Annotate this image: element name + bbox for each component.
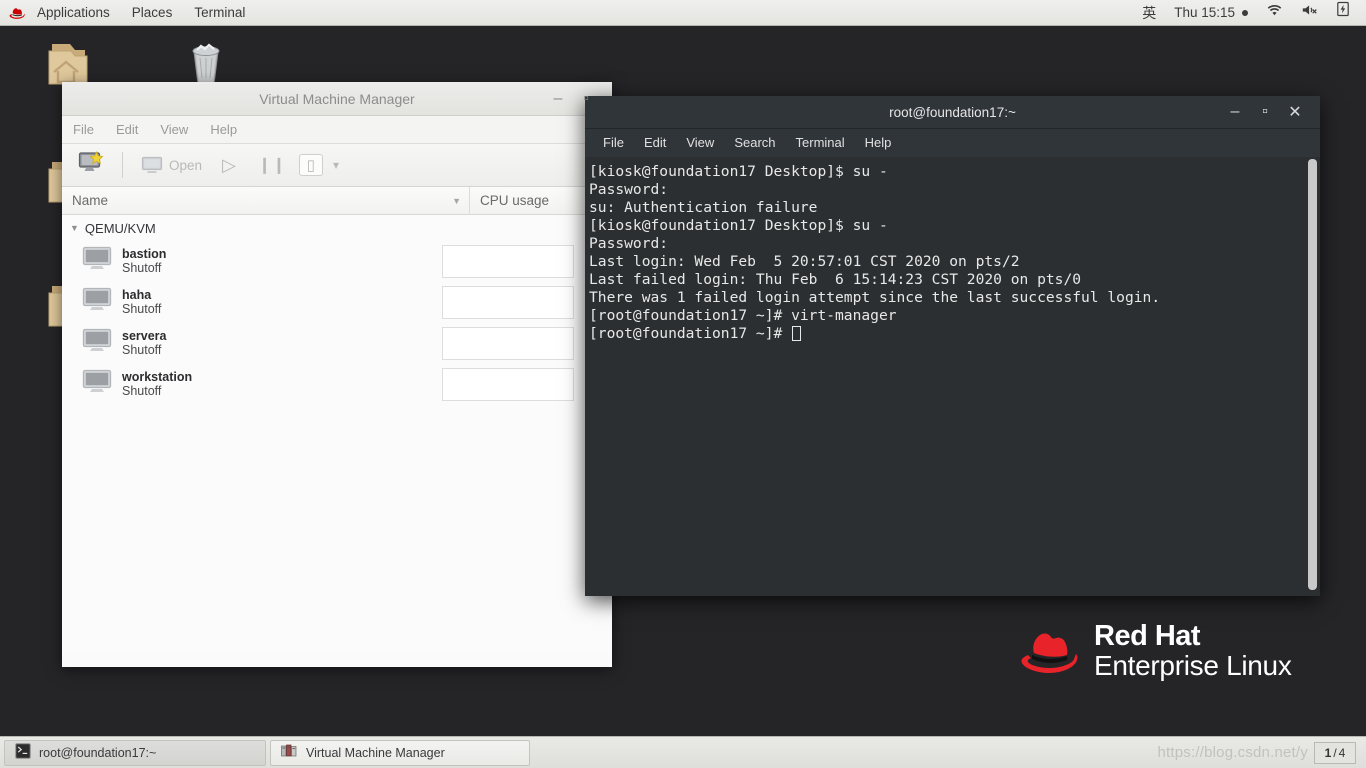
table-row[interactable]: workstation Shutoff	[62, 364, 612, 405]
vm-monitor-icon	[82, 287, 112, 318]
table-row[interactable]: servera Shutoff	[62, 323, 612, 364]
terminal-menu-file[interactable]: File	[593, 129, 634, 157]
table-row[interactable]: haha Shutoff	[62, 282, 612, 323]
desktop-screen: ki 纟 题 Red Hat	[0, 0, 1366, 768]
vmm-window-title: Virtual Machine Manager	[259, 90, 415, 107]
terminal-window[interactable]: root@foundation17:~ ‒ ▫ ✕ File Edit View…	[585, 96, 1320, 596]
column-header-name[interactable]: Name ▼	[62, 186, 470, 215]
workspace-total: 4	[1338, 745, 1346, 760]
input-method-indicator[interactable]: 英	[1133, 0, 1165, 26]
terminal-menu[interactable]: Terminal	[183, 0, 256, 26]
terminal-body[interactable]: [kiosk@foundation17 Desktop]$ su - Passw…	[585, 157, 1320, 596]
clock[interactable]: Thu 15:15	[1165, 0, 1257, 26]
vm-state: Shutoff	[122, 302, 162, 316]
redhat-fedora-icon	[9, 7, 25, 19]
vm-cpu-sparkline	[442, 245, 574, 278]
column-header-name-label: Name	[72, 193, 109, 208]
vm-name: haha	[122, 288, 152, 302]
pause-vm-button[interactable]: ❙❙	[250, 155, 295, 175]
vm-monitor-icon	[82, 369, 112, 400]
column-header-cpu-label: CPU usage	[480, 193, 550, 208]
notification-dot-icon	[1242, 9, 1248, 16]
clock-text: Thu 15:15	[1174, 4, 1235, 20]
shutdown-vm-button[interactable]: ▯	[298, 154, 323, 176]
terminal-maximize-button[interactable]: ▫	[1250, 99, 1280, 125]
terminal-menu-search[interactable]: Search	[724, 129, 785, 157]
shutdown-dropdown-button[interactable]: ▾	[327, 158, 345, 172]
terminal-menu-view[interactable]: View	[676, 129, 724, 157]
workspace-separator: /	[1333, 745, 1337, 760]
workspace-indicator[interactable]: 1 / 4	[1314, 741, 1356, 764]
rhel-brand-logo: Red Hat Enterprise Linux	[1018, 620, 1292, 681]
vmm-menu-view[interactable]: View	[149, 116, 199, 144]
redhat-fedora-icon	[1021, 633, 1078, 674]
vmm-column-header: Name ▼ CPU usage	[62, 186, 612, 215]
vmm-menu-file[interactable]: File	[62, 116, 105, 144]
places-menu[interactable]: Places	[121, 0, 184, 26]
terminal-scrollbar-thumb[interactable]	[1308, 159, 1317, 590]
taskbar: root@foundation17:~ Virtual Machine Mana…	[0, 736, 1366, 768]
redhat-menu-logo-icon[interactable]	[0, 6, 26, 20]
vmm-menu-edit[interactable]: Edit	[105, 116, 149, 144]
workspace-current: 1	[1324, 745, 1332, 760]
monitor-icon	[141, 156, 163, 173]
vm-name: bastion	[122, 247, 167, 261]
watermark-text: https://blog.csdn.net/y	[1157, 744, 1308, 761]
vmm-maximize-button[interactable]: ▫	[572, 85, 600, 113]
vmm-minimize-button[interactable]: ‒	[544, 85, 572, 113]
open-button-label: Open	[169, 157, 203, 173]
vm-state: Shutoff	[122, 384, 162, 398]
new-vm-icon	[78, 150, 104, 171]
terminal-menu-terminal[interactable]: Terminal	[786, 129, 855, 157]
terminal-output-text: [kiosk@foundation17 Desktop]$ su - Passw…	[589, 163, 1161, 342]
top-panel: Applications Places Terminal 英 Thu 15:15	[0, 0, 1366, 26]
virtual-machine-manager-window[interactable]: Virtual Machine Manager ‒ ▫ File Edit Vi…	[62, 82, 612, 667]
open-vm-button[interactable]: Open	[135, 153, 208, 177]
vm-monitor-icon	[82, 246, 112, 277]
vmm-titlebar[interactable]: Virtual Machine Manager ‒ ▫	[62, 82, 612, 116]
vm-name: workstation	[122, 370, 193, 384]
vm-cpu-sparkline	[442, 286, 574, 319]
run-vm-button[interactable]: ▷	[212, 155, 246, 176]
group-expand-caret-icon[interactable]: ▼	[70, 223, 79, 233]
brand-line-1: Red Hat	[1094, 620, 1201, 652]
vmm-toolbar: Open ▷ ❙❙ ▯ ▾	[62, 144, 612, 187]
new-vm-button[interactable]	[72, 149, 110, 182]
vmm-menu-help[interactable]: Help	[199, 116, 248, 144]
terminal-menu-help[interactable]: Help	[855, 129, 902, 157]
terminal-titlebar[interactable]: root@foundation17:~ ‒ ▫ ✕	[585, 96, 1320, 129]
vm-cpu-sparkline	[442, 327, 574, 360]
taskbar-button-label: root@foundation17:~	[39, 745, 157, 760]
applications-menu[interactable]: Applications	[26, 0, 121, 26]
volume-muted-icon[interactable]	[1292, 0, 1328, 26]
vmm-icon	[281, 744, 298, 761]
vm-cpu-sparkline	[442, 368, 574, 401]
vm-monitor-icon	[82, 328, 112, 359]
taskbar-button-label: Virtual Machine Manager	[306, 745, 445, 760]
sort-caret-icon: ▼	[452, 195, 461, 206]
toolbar-separator	[122, 152, 123, 178]
terminal-close-button[interactable]: ✕	[1280, 99, 1310, 125]
terminal-minimize-button[interactable]: ‒	[1220, 99, 1250, 125]
vm-group-label: QEMU/KVM	[84, 220, 156, 236]
vmm-menubar: File Edit View Help	[62, 116, 612, 144]
vmm-vm-list[interactable]: ▼ QEMU/KVM bastion Shutoff haha Shutoff …	[62, 215, 612, 653]
taskbar-button-terminal[interactable]: root@foundation17:~	[4, 739, 266, 766]
taskbar-button-vmm[interactable]: Virtual Machine Manager	[270, 739, 530, 766]
battery-icon[interactable]	[1328, 0, 1358, 26]
terminal-icon	[15, 743, 31, 762]
vm-name: servera	[122, 329, 167, 343]
terminal-menubar: File Edit View Search Terminal Help	[585, 129, 1320, 157]
vm-state: Shutoff	[122, 261, 162, 275]
terminal-menu-edit[interactable]: Edit	[634, 129, 676, 157]
terminal-scrollbar[interactable]	[1307, 159, 1318, 590]
wifi-icon[interactable]	[1257, 0, 1292, 26]
table-row[interactable]: bastion Shutoff	[62, 241, 612, 282]
vm-group-row[interactable]: ▼ QEMU/KVM	[62, 215, 612, 241]
terminal-window-title: root@foundation17:~	[889, 104, 1016, 120]
terminal-cursor	[792, 326, 802, 341]
vm-state: Shutoff	[122, 343, 162, 357]
brand-line-2: Enterprise Linux	[1094, 649, 1292, 681]
